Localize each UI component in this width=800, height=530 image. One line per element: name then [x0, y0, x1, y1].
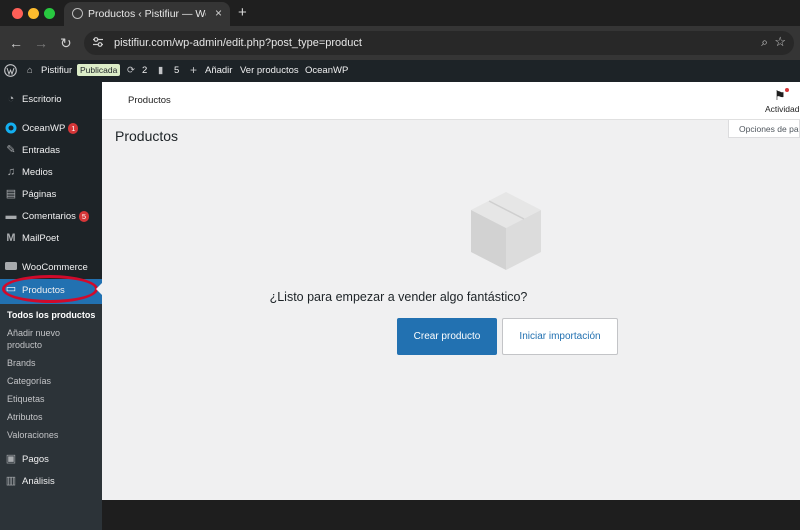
sidebar-item-label: Pagos — [22, 454, 49, 465]
empty-box-icon — [471, 192, 541, 270]
home-icon[interactable]: ⌂ — [27, 65, 33, 76]
oceanwp-link[interactable]: OceanWP — [305, 65, 348, 76]
submenu-attributes[interactable]: Atributos — [7, 412, 43, 422]
sidebar-item-paginas[interactable]: ▤ Páginas — [0, 184, 102, 206]
status-badge: Publicada — [77, 64, 121, 76]
page-header-bar: Productos ⚑ Actividad — [102, 82, 800, 120]
flag-icon: ⚑ — [774, 88, 786, 103]
sidebar-item-label: Entradas — [22, 145, 61, 156]
wp-admin-bar: ⌂ Pistifiur Publicada ⟳ 2 ▮ 5 + Añadir V… — [0, 60, 800, 82]
sidebar-item-label: Escritorio — [22, 94, 62, 105]
comments-icon: ▬ — [5, 210, 17, 222]
sidebar-item-pagos[interactable]: ▣ Pagos — [0, 449, 102, 471]
browser-tabstrip: Productos ‹ Pistifiur — WordPress × + — [0, 0, 800, 26]
sidebar-item-analisis[interactable]: ▥ Análisis — [0, 471, 102, 493]
bookmark-star-icon[interactable]: ☆ — [774, 34, 786, 50]
create-product-button[interactable]: Crear producto — [397, 318, 497, 355]
submenu-add-new[interactable]: Añadir nuevo — [7, 328, 60, 338]
oceanwp-icon — [5, 122, 17, 134]
products-submenu: Todos los productos Añadir nuevo product… — [0, 304, 102, 530]
address-bar[interactable]: pistifiur.com/wp-admin/edit.php?post_typ… — [84, 31, 794, 55]
comments-count[interactable]: 5 — [174, 65, 179, 76]
updates-icon[interactable]: ⟳ — [127, 65, 135, 76]
tab-title: Productos ‹ Pistifiur — WordPress — [88, 8, 206, 20]
add-new-link[interactable]: Añadir — [205, 65, 232, 76]
notification-count: 5 — [78, 211, 90, 222]
sidebar-item-label: Análisis — [22, 476, 55, 487]
new-tab-button[interactable]: + — [238, 4, 247, 21]
forward-icon[interactable]: → — [34, 35, 48, 51]
sidebar-item-comentarios[interactable]: ▬ Comentarios 5 — [0, 206, 102, 228]
sidebar-item-medios[interactable]: ♫ Medios — [0, 162, 102, 184]
window-minimize-button[interactable] — [28, 8, 39, 19]
pages-icon: ▤ — [5, 188, 17, 200]
activity-label: Actividad — [765, 104, 800, 114]
highlight-annotation-circle — [2, 275, 98, 303]
globe-icon — [72, 8, 83, 19]
payments-icon: ▣ — [5, 453, 17, 465]
woocommerce-icon — [5, 261, 17, 273]
site-settings-icon[interactable] — [92, 36, 104, 48]
sidebar-item-label: Medios — [22, 167, 53, 178]
page-title: Productos — [115, 128, 179, 144]
sidebar-item-label: Comentarios 5 — [22, 211, 90, 222]
updates-count[interactable]: 2 — [142, 65, 147, 76]
notification-count: 1 — [68, 123, 79, 134]
comments-icon[interactable]: ▮ — [158, 65, 163, 76]
pin-icon: ✎ — [6, 144, 16, 156]
mailpoet-icon: M — [6, 232, 16, 244]
submenu-add-new-line2[interactable]: producto — [7, 340, 42, 350]
sidebar-item-entradas[interactable]: ✎ Entradas — [0, 140, 102, 162]
wordpress-logo-icon[interactable] — [4, 64, 17, 77]
sidebar-item-label: Páginas — [22, 189, 57, 200]
submenu-all-products[interactable]: Todos los productos — [7, 310, 95, 320]
media-icon: ♫ — [6, 166, 16, 178]
sidebar-item-mailpoet[interactable]: M MailPoet — [0, 228, 102, 250]
main-content: Productos ⚑ Actividad Opciones de pa Pro… — [102, 82, 800, 500]
sidebar-item-label: OceanWP 1 — [22, 123, 79, 134]
reload-icon[interactable]: ↻ — [60, 35, 72, 52]
submenu-categories[interactable]: Categorías — [7, 376, 51, 386]
screen-options-tab[interactable]: Opciones de pa — [728, 120, 800, 138]
submenu-tags[interactable]: Etiquetas — [7, 394, 45, 404]
zoom-icon[interactable]: ⌕ — [761, 35, 768, 50]
notification-dot — [785, 88, 789, 92]
analytics-icon: ▥ — [5, 475, 17, 487]
site-name-link[interactable]: Pistifiur — [41, 65, 72, 76]
url-text: pistifiur.com/wp-admin/edit.php?post_typ… — [114, 37, 362, 49]
window-maximize-button[interactable] — [44, 8, 55, 19]
address-toolbar: ← → ↻ pistifiur.com/wp-admin/edit.php?po… — [0, 26, 800, 60]
back-icon[interactable]: ← — [9, 35, 23, 51]
sidebar-item-label: MailPoet — [22, 233, 59, 244]
submenu-brands[interactable]: Brands — [7, 358, 36, 368]
sidebar-item-oceanwp[interactable]: OceanWP 1 — [0, 118, 102, 140]
empty-state-title: ¿Listo para empezar a vender algo fantás… — [269, 290, 528, 304]
view-products-link[interactable]: Ver productos — [240, 65, 299, 76]
browser-tab[interactable]: Productos ‹ Pistifiur — WordPress × — [64, 2, 230, 26]
screen-options-label: Opciones de pa — [739, 124, 799, 134]
sidebar-item-escritorio[interactable]: ◔ Escritorio — [0, 89, 102, 111]
submenu-reviews[interactable]: Valoraciones — [7, 430, 58, 440]
breadcrumb: Productos — [128, 95, 171, 106]
plus-icon[interactable]: + — [190, 63, 197, 77]
window-close-button[interactable] — [12, 8, 23, 19]
activity-button[interactable]: ⚑ Actividad — [762, 86, 800, 118]
tab-close-icon[interactable]: × — [215, 6, 222, 20]
start-import-button[interactable]: Iniciar importación — [502, 318, 618, 355]
dashboard-icon: ◔ — [7, 93, 15, 105]
sidebar-item-label: WooCommerce — [22, 262, 88, 273]
